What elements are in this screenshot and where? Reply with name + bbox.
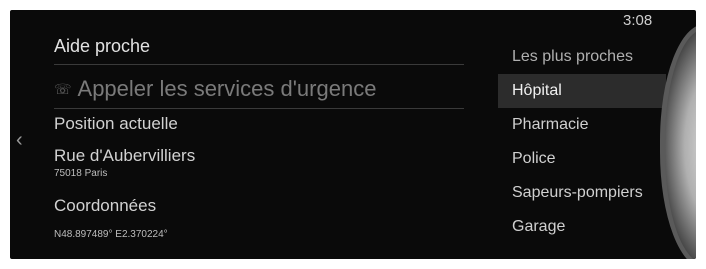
menu-item-police[interactable]: Police bbox=[498, 142, 666, 176]
coordinates-label: Coordonnées bbox=[54, 196, 157, 215]
phone-icon: ☏ bbox=[54, 80, 72, 97]
category-menu: Les plus proches Hôpital Pharmacie Polic… bbox=[498, 40, 666, 244]
details-panel: ‹ Aide proche ☏ Appeler les services d'u… bbox=[10, 10, 480, 259]
coordinates-value: N48.897489° E2.370224° bbox=[54, 229, 168, 240]
divider bbox=[54, 108, 464, 109]
divider bbox=[54, 64, 464, 65]
menu-item-garage[interactable]: Garage bbox=[498, 210, 666, 244]
current-position-label: Position actuelle bbox=[54, 114, 178, 133]
street-text: Rue d'Aubervilliers bbox=[54, 146, 196, 165]
chevron-left-icon[interactable]: ‹ bbox=[16, 130, 23, 150]
menu-item-firefighters[interactable]: Sapeurs-pompiers bbox=[498, 176, 666, 210]
menu-item-nearest[interactable]: Les plus proches bbox=[498, 40, 666, 74]
nav-screen: ‹ Aide proche ☏ Appeler les services d'u… bbox=[10, 10, 696, 259]
panel-title: Aide proche bbox=[54, 36, 151, 56]
menu-item-hospital[interactable]: Hôpital bbox=[498, 74, 666, 108]
call-emergency-label: Appeler les services d'urgence bbox=[77, 76, 377, 101]
city-text: 75018 Paris bbox=[54, 168, 108, 179]
call-emergency-button[interactable]: ☏ Appeler les services d'urgence bbox=[54, 76, 376, 102]
menu-item-pharmacy[interactable]: Pharmacie bbox=[498, 108, 666, 142]
clock: 3:08 bbox=[623, 12, 653, 29]
